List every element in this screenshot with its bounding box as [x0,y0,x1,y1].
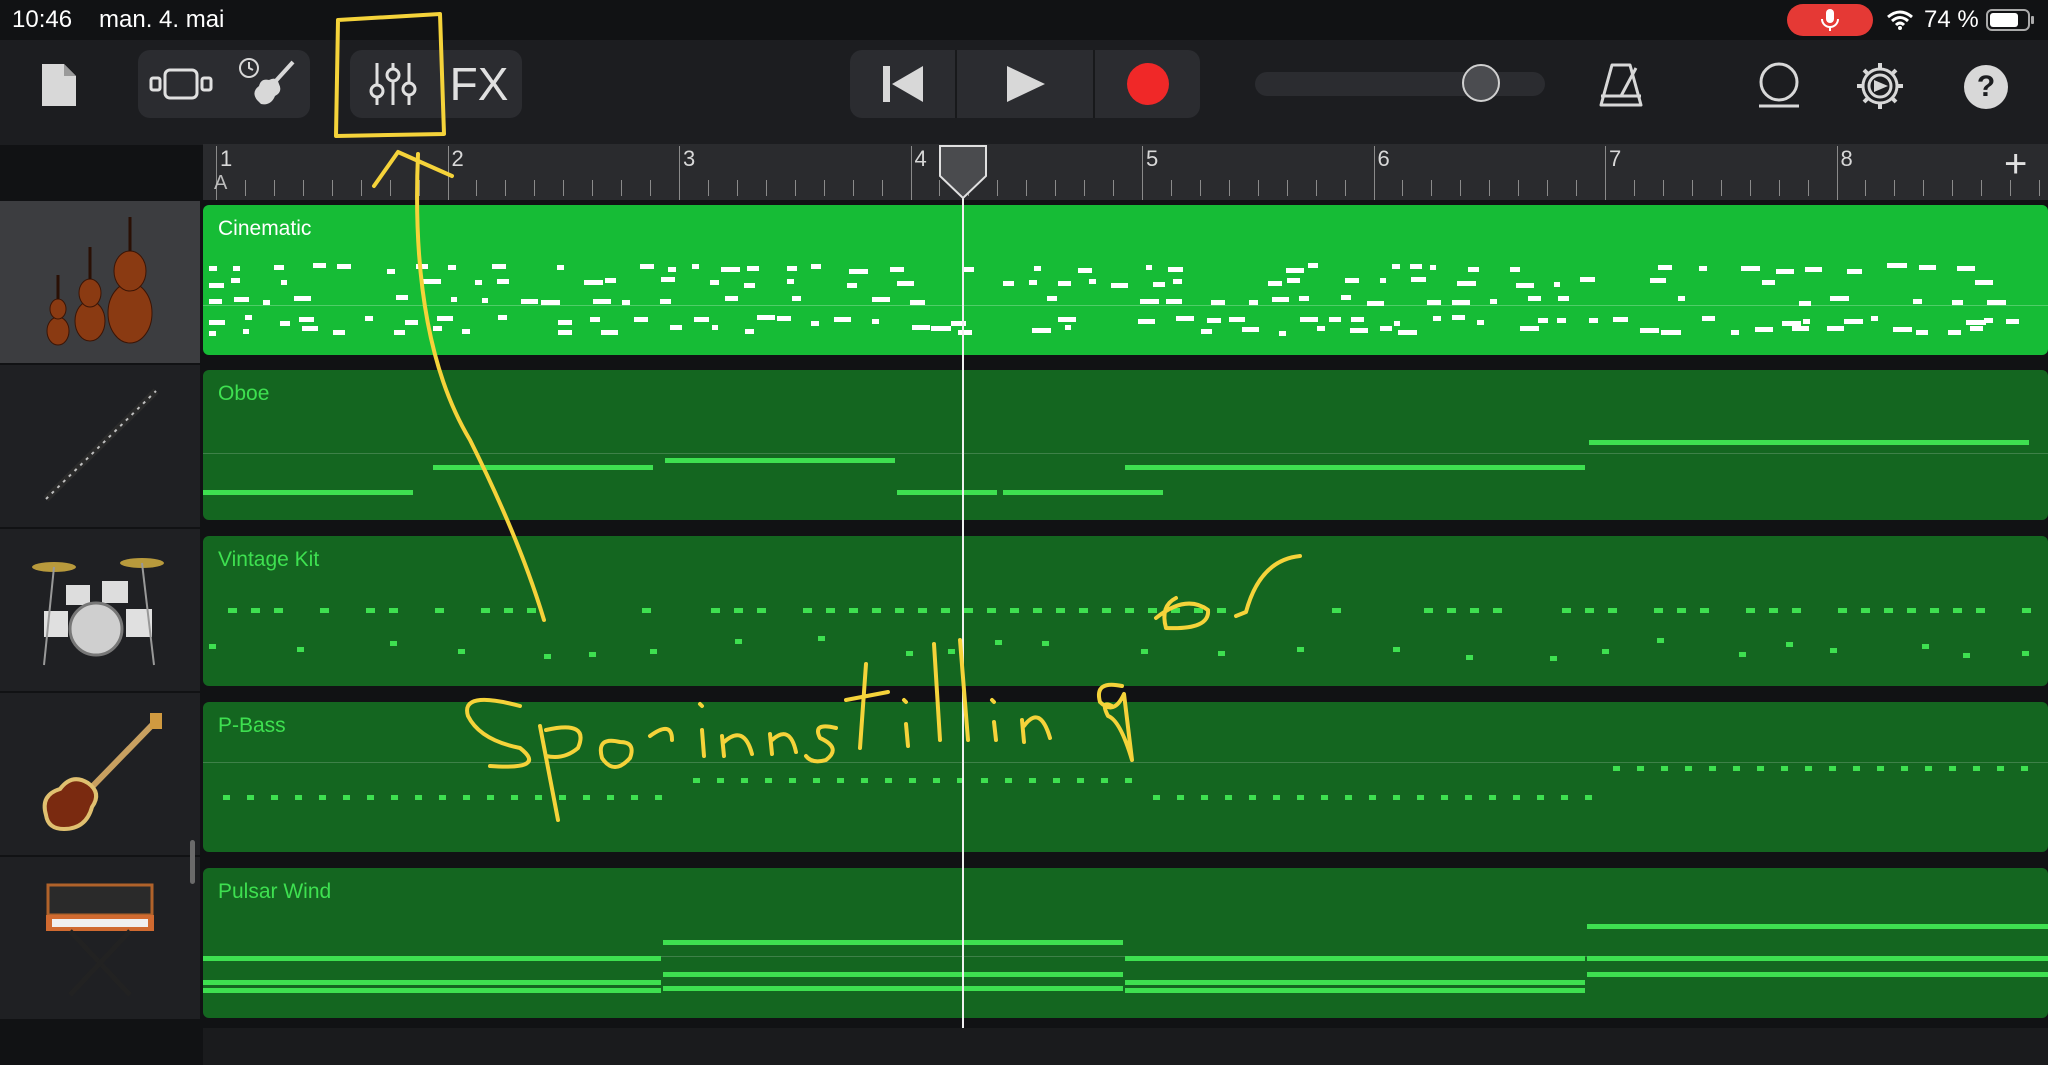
handwritten-annotation [334,12,1302,822]
